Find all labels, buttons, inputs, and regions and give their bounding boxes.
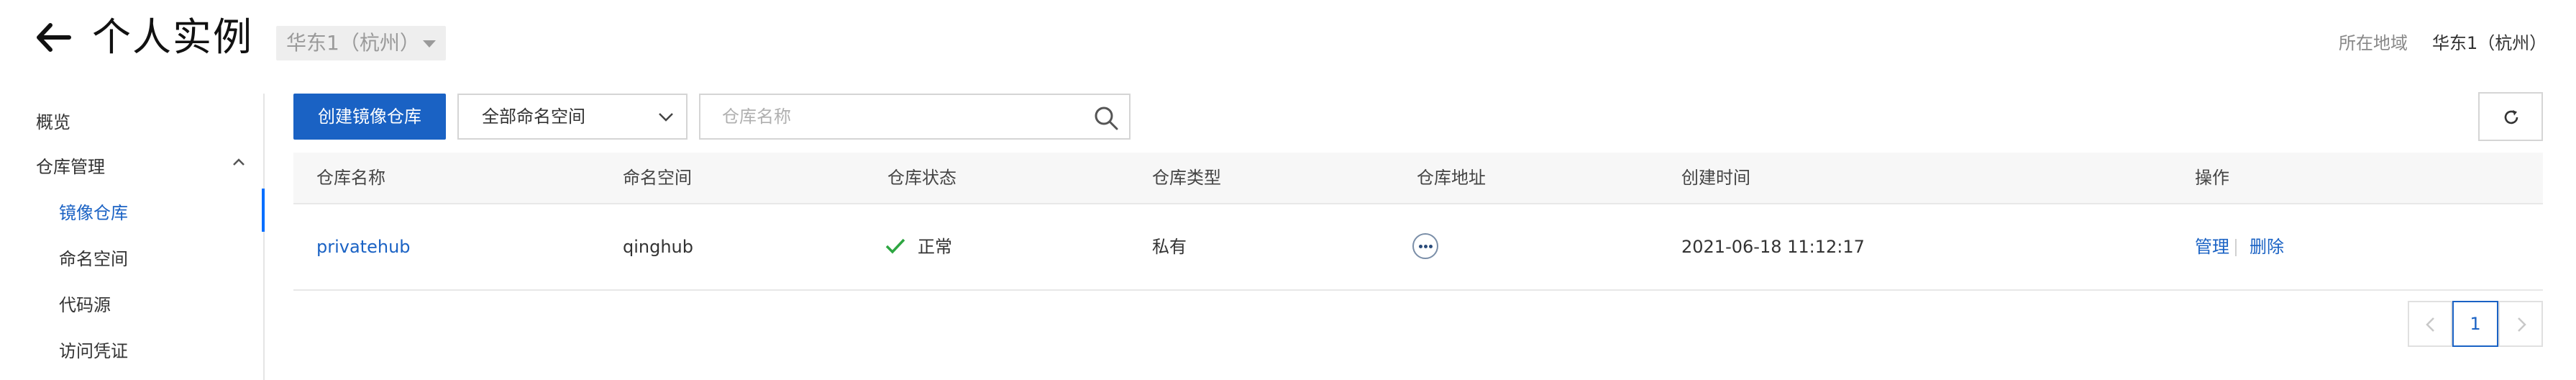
sidebar-divider [263,94,265,380]
more-dot [1419,245,1422,248]
sidebar-item-repo-management[interactable]: 仓库管理 [36,153,105,178]
search-input[interactable] [722,95,1067,138]
column-header-namespace: 命名空间 [623,168,692,188]
sidebar-active-indicator [262,189,265,232]
create-repo-button[interactable]: 创建镜像仓库 [293,94,446,140]
pagination-next-button[interactable] [2498,301,2543,347]
table-row: privatehub qinghub 正常 私有 2021-06-18 11:1… [293,204,2543,291]
sidebar-item-namespace[interactable]: 命名空间 [59,245,128,270]
caret-down-icon [423,40,436,48]
refresh-button[interactable] [2478,92,2543,141]
page-title: 个人实例 [92,14,253,60]
repo-namespace: qinghub [623,237,694,257]
more-dot [1429,245,1433,248]
check-icon [885,238,905,254]
column-header-name: 仓库名称 [316,168,385,188]
action-divider [2235,239,2237,256]
sidebar-item-overview[interactable]: 概览 [36,108,70,133]
sidebar-item-access-credential[interactable]: 访问凭证 [59,337,128,362]
pagination-page-current[interactable]: 1 [2452,301,2498,347]
repo-status: 正常 [918,237,952,257]
delete-link[interactable]: 删除 [2250,204,2284,289]
region-select[interactable]: 华东1（杭州） [276,26,446,60]
chevron-up-icon[interactable] [232,157,246,167]
column-header-created: 创建时间 [1681,168,1750,188]
column-header-status: 仓库状态 [887,168,956,188]
refresh-icon [2504,110,2518,125]
sidebar-item-image-repo[interactable]: 镜像仓库 [59,199,128,224]
more-dot [1424,245,1428,248]
pagination-prev-button[interactable] [2408,301,2452,347]
namespace-select[interactable]: 全部命名空间 [457,94,688,140]
search-box[interactable] [699,94,1131,140]
manage-link[interactable]: 管理 [2195,204,2229,289]
chevron-right-icon [2518,317,2526,332]
back-arrow-icon[interactable] [33,17,73,58]
column-header-address: 仓库地址 [1417,168,1486,188]
location-label: 所在地域 [2339,33,2408,53]
search-icon[interactable] [1093,105,1119,131]
column-header-actions: 操作 [2195,168,2229,188]
repo-name-link[interactable]: privatehub [316,204,411,289]
location-value: 华东1（杭州） [2432,33,2547,53]
more-icon[interactable] [1412,233,1438,259]
namespace-select-value: 全部命名空间 [482,107,585,127]
region-select-value: 华东1（杭州） [286,31,420,55]
chevron-down-icon [659,113,673,122]
table-header: 仓库名称 命名空间 仓库状态 仓库类型 仓库地址 创建时间 操作 [293,153,2543,204]
chevron-left-icon [2426,317,2434,332]
sidebar-item-code-source[interactable]: 代码源 [59,291,111,316]
repo-created-time: 2021-06-18 11:12:17 [1681,237,1865,257]
repo-type: 私有 [1152,237,1187,257]
column-header-type: 仓库类型 [1152,168,1221,188]
